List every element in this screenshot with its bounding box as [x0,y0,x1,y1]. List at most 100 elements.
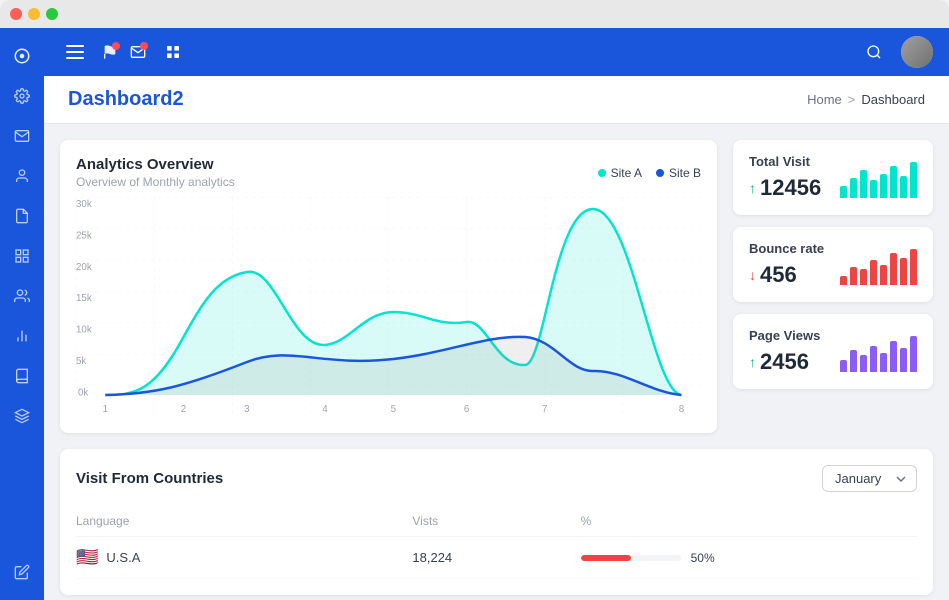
close-button[interactable] [10,8,22,20]
notification-badge [112,42,120,50]
analytics-title-block: Analytics Overview Overview of Monthly a… [76,156,235,189]
user-avatar[interactable] [901,36,933,68]
content-area: Analytics Overview Overview of Monthly a… [44,124,949,600]
sidebar-item-settings[interactable] [4,78,40,114]
analytics-card: Analytics Overview Overview of Monthly a… [60,140,717,433]
progress-bar-fill-usa [581,555,631,561]
stat-card-bounce-rate: Bounce rate ↓ 456 [733,227,933,302]
mini-bar [860,269,867,285]
mini-bar [850,267,857,285]
country-cell-usa: 🇺🇸 U.S.A [76,547,412,568]
mini-bar [870,260,877,285]
sidebar-item-file[interactable] [4,198,40,234]
svg-text:5: 5 [391,404,397,415]
flag-notification-icon[interactable] [102,44,118,60]
sidebar-item-mail[interactable] [4,118,40,154]
mini-bar [890,253,897,285]
analytics-chart: 30k 25k 20k 15k 10k 5k 0k [76,197,701,417]
analytics-subtitle: Overview of Monthly analytics [76,175,235,189]
stat-value-page-views: ↑ 2456 [749,349,820,375]
svg-text:30k: 30k [76,199,92,210]
mini-bar [890,341,897,372]
mini-bar [900,348,907,372]
mini-chart-page-views [840,332,917,372]
apps-icon[interactable] [158,37,188,67]
breadcrumb-home[interactable]: Home [807,92,842,107]
stat-number-bounce-rate: 456 [760,262,797,288]
stat-value-bounce-rate: ↓ 456 [749,262,824,288]
svg-text:25k: 25k [76,230,92,241]
minimize-button[interactable] [28,8,40,20]
analytics-title: Analytics Overview [76,156,235,173]
countries-card: Visit From Countries January February Ma… [60,449,933,595]
stat-label-bounce-rate: Bounce rate [749,241,824,256]
sidebar-item-people[interactable] [4,278,40,314]
progress-bar-bg-usa [581,555,681,561]
svg-text:1: 1 [103,404,109,415]
stat-card-page-views: Page Views ↑ 2456 [733,314,933,389]
mini-chart-bounce-rate [840,245,917,285]
mini-bar [850,178,857,198]
avatar-image [901,36,933,68]
arrow-down-icon: ↓ [749,267,756,283]
flag-usa: 🇺🇸 [76,547,98,568]
sidebar-item-edit[interactable] [4,554,40,590]
mini-bar [870,180,877,198]
sidebar-item-chart[interactable] [4,318,40,354]
stats-column: Total Visit ↑ 12456 Bounce rate [733,140,933,389]
mini-bar [890,166,897,198]
main-content: Dashboard2 Home > Dashboard Analytics Ov… [44,28,949,600]
breadcrumb-current: Dashboard [861,92,925,107]
month-select[interactable]: January February March [822,465,917,492]
maximize-button[interactable] [46,8,58,20]
sidebar-item-book[interactable] [4,358,40,394]
chart-legend: Site A Site B [598,166,701,180]
mini-chart-total-visit [840,158,917,198]
analytics-header: Analytics Overview Overview of Monthly a… [76,156,701,189]
table-row: 🇺🇸 U.S.A 18,224 50% [76,537,917,579]
mini-bar [880,353,887,372]
legend-label-b: Site B [669,166,701,180]
mini-bar [840,276,847,285]
menu-icon[interactable] [60,37,90,67]
countries-header: Visit From Countries January February Ma… [76,465,917,492]
sidebar [0,28,44,600]
stat-left-page-views: Page Views ↑ 2456 [749,328,820,375]
stat-label-page-views: Page Views [749,328,820,343]
legend-dot-b [656,169,664,177]
col-visits: Vists [412,514,580,528]
stat-left-bounce-rate: Bounce rate ↓ 456 [749,241,824,288]
sidebar-item-dashboard[interactable] [4,38,40,74]
stat-left-total-visit: Total Visit ↑ 12456 [749,154,821,201]
mail-notification-icon[interactable] [130,44,146,60]
mini-bar [880,265,887,285]
col-language: Language [76,514,412,528]
sidebar-item-user[interactable] [4,158,40,194]
mini-bar [910,162,917,198]
stat-label-total-visit: Total Visit [749,154,821,169]
sidebar-item-layers[interactable] [4,398,40,434]
percent-cell-usa: 50% [581,551,917,565]
mini-bar [900,258,907,285]
mini-bar [860,170,867,198]
arrow-up-icon: ↑ [749,180,756,196]
svg-text:15k: 15k [76,293,92,304]
svg-text:5k: 5k [76,356,86,367]
arrow-up-icon-2: ↑ [749,354,756,370]
search-icon[interactable] [859,37,889,67]
breadcrumb: Home > Dashboard [807,92,925,107]
mini-bar [840,360,847,372]
legend-dot-a [598,169,606,177]
page-title: Dashboard2 [68,88,184,111]
sidebar-item-grid[interactable] [4,238,40,274]
svg-text:3: 3 [244,404,250,415]
app-container: Dashboard2 Home > Dashboard Analytics Ov… [0,28,949,600]
stat-value-total-visit: ↑ 12456 [749,175,821,201]
stat-card-total-visit: Total Visit ↑ 12456 [733,140,933,215]
page-header: Dashboard2 Home > Dashboard [44,76,949,124]
mini-bar [880,174,887,198]
svg-text:20k: 20k [76,262,92,273]
mini-bar [840,186,847,198]
svg-text:4: 4 [322,404,328,415]
legend-site-b: Site B [656,166,701,180]
